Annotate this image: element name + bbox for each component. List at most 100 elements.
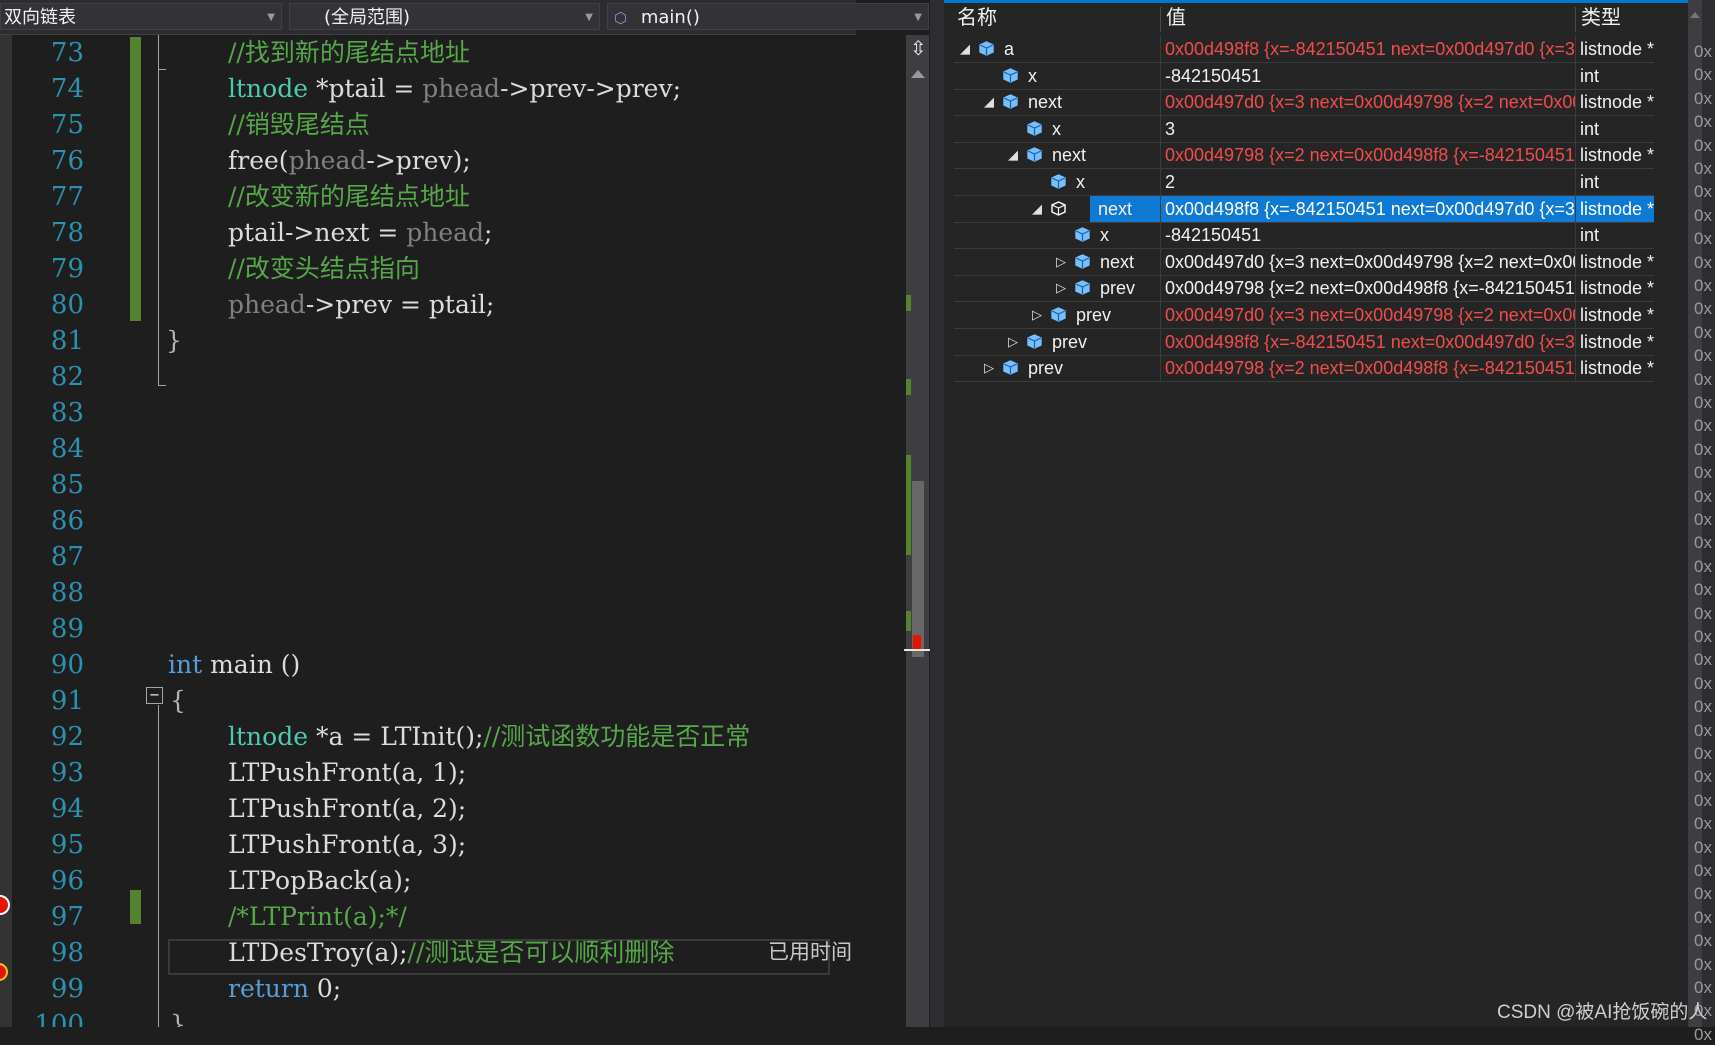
code-text[interactable]: } xyxy=(170,1007,186,1027)
watch-value-cell[interactable]: -842150451 xyxy=(1161,222,1575,248)
code-text[interactable]: free(phead->prev); xyxy=(228,143,471,179)
code-text[interactable]: int main () xyxy=(168,647,300,683)
code-text[interactable]: LTPopBack(a); xyxy=(228,863,411,899)
comment: //找到新的尾结点地址 xyxy=(228,38,470,67)
code-text[interactable]: phead->prev = ptail; xyxy=(228,287,494,323)
watch-value-cell[interactable]: -842150451 xyxy=(1161,63,1575,89)
watch-value-cell[interactable]: 0x00d49798 {x=2 next=0x00d498f8 {x=-8421… xyxy=(1161,275,1575,301)
code-line: 91 xyxy=(0,683,830,719)
watch-value-cell[interactable]: 0x00d498f8 {x=-842150451 next=0x00d497d0… xyxy=(1161,36,1575,62)
column-divider[interactable] xyxy=(1160,7,1161,32)
code-text[interactable]: LTPushFront(a, 3); xyxy=(228,827,466,863)
collapse-arrow-icon[interactable]: ◢ xyxy=(982,89,996,115)
watch-row[interactable]: ◢ next 0x00d497d0 {x=3 next=0x00d49798 {x=… xyxy=(954,89,1654,117)
code-text[interactable]: } xyxy=(166,323,182,359)
clipped-value-text: 0x xyxy=(1694,135,1712,155)
watch-name-cell[interactable]: x xyxy=(954,222,1160,248)
column-divider[interactable] xyxy=(1575,7,1576,32)
scroll-up-icon[interactable] xyxy=(911,70,925,78)
code-text[interactable]: LTPushFront(a, 1); xyxy=(228,755,466,791)
line-number: 73 xyxy=(50,38,84,68)
code-text[interactable]: LTDesTroy(a);//测试是否可以顺利删除 xyxy=(228,935,674,971)
watch-row[interactable]: ▷ prev 0x00d49798 {x=2 next=0x00d498f8 {x=… xyxy=(954,275,1654,303)
code-text[interactable]: LTPushFront(a, 2); xyxy=(228,791,466,827)
expand-arrow-icon[interactable]: ▷ xyxy=(1054,275,1068,301)
field-cube-icon xyxy=(1075,254,1090,269)
clipped-value-text: 0x xyxy=(1694,954,1712,974)
code-text[interactable]: //销毁尾结点 xyxy=(228,107,370,143)
watch-value-cell[interactable]: 0x00d497d0 {x=3 next=0x00d49798 {x=2 nex… xyxy=(1161,249,1575,275)
project-dropdown[interactable]: 双向链表 ▼ xyxy=(0,3,282,30)
watch-row[interactable]: ▷ next 0x00d497d0 {x=3 next=0x00d49798 {x=… xyxy=(954,248,1654,276)
function-call: free xyxy=(228,146,279,175)
collapse-arrow-icon[interactable]: ◢ xyxy=(1030,196,1044,222)
watch-name-cell[interactable]: ◢ a xyxy=(954,36,1160,62)
watch-name-cell[interactable]: ▷ prev xyxy=(954,302,1160,328)
perf-tip[interactable]: 已用时间 <= 1r xyxy=(768,935,856,971)
code-text[interactable]: return 0; xyxy=(228,971,341,1007)
watch-value-cell[interactable]: 3 xyxy=(1161,116,1575,142)
watch-row[interactable]: x 2 int xyxy=(954,169,1654,196)
clipped-value-text: 0x xyxy=(1694,346,1712,366)
column-header-name[interactable]: 名称 xyxy=(957,3,997,34)
code-text[interactable]: /*LTPrint(a);*/ xyxy=(228,899,407,935)
watch-row[interactable]: x 3 int xyxy=(954,115,1654,143)
expand-arrow-icon[interactable]: ▷ xyxy=(1030,302,1044,328)
watch-row[interactable]: ◢ a 0x00d498f8 {x=-842150451 next=0x00d497… xyxy=(954,36,1654,63)
watch-name-cell[interactable]: x xyxy=(954,169,1160,195)
clipped-value-text: 0x xyxy=(1694,205,1712,225)
watch-value-cell[interactable]: 0x00d497d0 {x=3 next=0x00d49798 {x=2 nex… xyxy=(1161,89,1575,115)
watch-value-cell[interactable]: 0x00d49798 {x=2 next=0x00d498f8 {x=-8421… xyxy=(1161,355,1575,381)
watch-value-cell[interactable]: 2 xyxy=(1161,169,1575,195)
split-icon[interactable]: ⇳ xyxy=(910,38,927,58)
clipped-value-text: 0x xyxy=(1694,510,1712,529)
code-text[interactable]: ltnode *a = LTInit();//测试函数功能是否正常 xyxy=(228,719,750,755)
column-header-type[interactable]: 类型 xyxy=(1581,3,1621,34)
watch-name-cell[interactable]: ▷ prev xyxy=(954,275,1160,301)
collapse-arrow-icon[interactable]: ◢ xyxy=(958,36,972,62)
watch-row[interactable]: ▷ prev 0x00d49798 {x=2 next=0x00d498f8 {x=… xyxy=(954,355,1654,383)
collapse-arrow-icon[interactable]: ◢ xyxy=(1006,142,1020,168)
code-text[interactable]: //改变新的尾结点地址 xyxy=(228,179,470,215)
watch-value-cell[interactable]: 0x00d498f8 {x=-842150451 next=0x00d497d0… xyxy=(1161,195,1575,222)
watch-value-cell[interactable]: 0x00d498f8 {x=-842150451 next=0x00d497d0… xyxy=(1161,329,1575,355)
editor-scrollbar[interactable]: ⇳ xyxy=(904,35,931,1027)
code-text[interactable]: //改变头结点指向 xyxy=(228,251,420,287)
watch-value-cell[interactable]: 0x00d497d0 {x=3 next=0x00d49798 {x=2 nex… xyxy=(1161,302,1575,328)
watch-name-cell[interactable]: x xyxy=(954,116,1160,142)
watch-row[interactable]: x -842150451 int xyxy=(954,62,1654,90)
watermark: CSDN @被AI抢饭碗的人 xyxy=(1497,1002,1708,1023)
expand-arrow-icon[interactable]: ▷ xyxy=(1054,249,1068,275)
scrollbar-thumb[interactable] xyxy=(912,481,924,657)
expand-arrow-icon[interactable]: ▷ xyxy=(1006,329,1020,355)
clipped-value-text: 0x xyxy=(1694,322,1712,342)
column-header-value[interactable]: 值 xyxy=(1166,3,1186,34)
code-text[interactable]: ltnode *ptail = phead->prev->prev; xyxy=(228,71,681,107)
watch-row[interactable]: x -842150451 int xyxy=(954,222,1654,250)
pane-splitter[interactable] xyxy=(930,0,944,1027)
expand-arrow-icon[interactable]: ▷ xyxy=(982,355,996,381)
watch-name-cell[interactable]: ◢ next xyxy=(954,195,1160,222)
scroll-up-icon[interactable] xyxy=(1690,12,1700,18)
caret-position-marker xyxy=(904,649,931,651)
code-text[interactable]: //找到新的尾结点地址 xyxy=(228,35,470,71)
watch-name-cell[interactable]: ◢ next xyxy=(954,142,1160,168)
watch-row[interactable]: ▷ prev 0x00d498f8 {x=-842150451 next=0x00d… xyxy=(954,328,1654,356)
watch-name-cell[interactable]: x xyxy=(954,63,1160,89)
scope-dropdown[interactable]: (全局范围) ▼ xyxy=(289,3,600,30)
code-text[interactable]: ptail->next = phead; xyxy=(228,215,492,251)
watch-name-cell[interactable]: ◢ next xyxy=(954,89,1160,115)
watch-value-cell[interactable]: 0x00d49798 {x=2 next=0x00d498f8 {x=-8421… xyxy=(1161,142,1575,168)
clipped-value-text: 0x xyxy=(1694,603,1712,623)
code-text[interactable]: { xyxy=(170,683,186,719)
code-editor[interactable]: − 73 74 75 76 77 78 79 80 81 82 83 84 85… xyxy=(0,35,856,1027)
watch-row[interactable]: ◢ next 0x00d498f8 {x=-842150451 next=0x00d… xyxy=(954,195,1654,223)
watch-row[interactable]: ◢ next 0x00d49798 {x=2 next=0x00d498f8 {x=… xyxy=(954,142,1654,170)
function-dropdown[interactable]: ⬡ main() ▼ xyxy=(607,3,929,30)
watch-name-cell[interactable]: ▷ prev xyxy=(954,355,1160,381)
watch-name-cell[interactable]: ▷ prev xyxy=(954,329,1160,355)
watch-name-cell[interactable]: ▷ next xyxy=(954,249,1160,275)
comment: //测试函数功能是否正常 xyxy=(483,722,751,751)
watch-row[interactable]: ▷ prev 0x00d497d0 {x=3 next=0x00d49798 {x=… xyxy=(954,302,1654,329)
clipped-value-text: 0x xyxy=(1694,837,1712,857)
